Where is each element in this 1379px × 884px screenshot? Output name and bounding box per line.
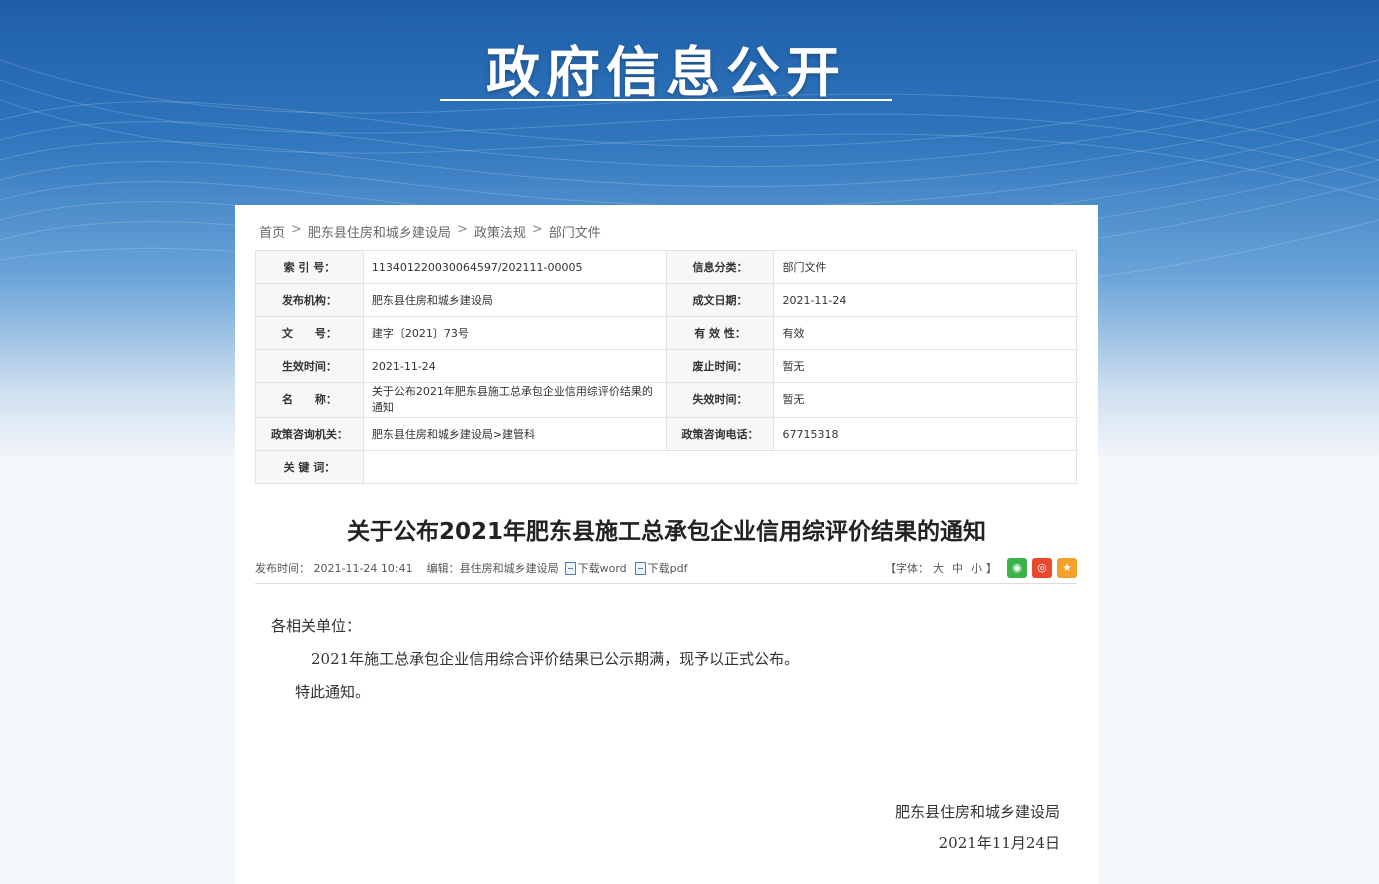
meta-value: 2021-11-24 [362, 349, 667, 383]
table-row: 文 号： 建字〔2021〕73号 有 效 性： 有效 [255, 316, 1077, 350]
publish-time: 发布时间： 2021-11-24 10:41 [255, 562, 413, 575]
table-row: 关 键 词： [255, 450, 1078, 484]
meta-key: 成文日期： [665, 283, 775, 317]
document-metadata-table: 索 引 号： 113401220030064597/202111-00005 信… [255, 250, 1078, 484]
breadcrumb-separator: > [456, 222, 468, 237]
meta-value: 部门文件 [773, 250, 1077, 284]
meta-key: 失效时间： [665, 382, 775, 418]
word-file-icon [564, 561, 576, 575]
meta-key: 索 引 号： [255, 250, 364, 284]
meta-value: 肥东县住房和城乡建设局 [362, 283, 667, 317]
favorite-icon[interactable]: ★ [1057, 558, 1077, 578]
meta-key: 废止时间： [665, 349, 775, 383]
table-row: 生效时间： 2021-11-24 废止时间： 暂无 [255, 349, 1077, 383]
article-title: 关于公布2021年肥东县施工总承包企业信用综评价结果的通知 [346, 519, 986, 545]
signature: 肥东县住房和城乡建设局 2021年11月24日 [895, 797, 1060, 859]
article-info-bar: 发布时间： 2021-11-24 10:41 编辑：县住房和城乡建设局 下载wo… [255, 554, 1077, 582]
table-row: 索 引 号： 113401220030064597/202111-00005 信… [255, 250, 1077, 284]
meta-value: 有效 [773, 316, 1077, 350]
table-row: 政策咨询机关： 肥东县住房和城乡建设局>建管科 政策咨询电话： 67715318 [255, 417, 1077, 451]
signature-date: 2021年11月24日 [938, 834, 1060, 852]
font-size-close: 】 [986, 562, 997, 575]
meta-value: 肥东县住房和城乡建设局>建管科 [362, 417, 667, 451]
download-pdf-link[interactable]: 下载pdf [634, 560, 688, 576]
breadcrumb-home[interactable]: 首页 [259, 222, 285, 241]
content-panel: 首页 > 肥东县住房和城乡建设局 > 政策法规 > 部门文件 索 引 号： 11… [235, 205, 1098, 884]
meta-value: 关于公布2021年肥东县施工总承包企业信用综评价结果的通知 [362, 382, 667, 418]
divider [255, 583, 1077, 584]
meta-value: 建字〔2021〕73号 [362, 316, 667, 350]
meta-key: 名 称： [255, 382, 364, 418]
breadcrumb-separator: > [291, 222, 302, 237]
meta-key: 发布机构： [255, 283, 364, 317]
meta-key: 信息分类： [665, 250, 775, 284]
meta-value: 2021-11-24 [773, 283, 1077, 317]
font-size-control: 【字体： 大 中 小 】 [885, 560, 997, 576]
weibo-icon[interactable]: ◎ [1032, 558, 1052, 578]
closing-line: 特此通知。 [295, 683, 371, 701]
wechat-icon[interactable]: ◉ [1007, 558, 1027, 578]
meta-key: 文 号： [255, 316, 364, 350]
font-size-label: 【字体： [885, 562, 929, 575]
banner-underline [440, 99, 892, 101]
font-large-button[interactable]: 大 [933, 560, 944, 576]
breadcrumb: 首页 > 肥东县住房和城乡建设局 > 政策法规 > 部门文件 [259, 222, 601, 241]
meta-value: 67715318 [773, 417, 1077, 451]
table-row: 发布机构： 肥东县住房和城乡建设局 成文日期： 2021-11-24 [255, 283, 1077, 317]
article-body: 各相关单位： 2021年施工总承包企业信用综合评价结果已公示期满，现予以正式公布… [271, 610, 799, 709]
body-paragraph: 2021年施工总承包企业信用综合评价结果已公示期满，现予以正式公布。 [311, 650, 800, 668]
meta-value [362, 450, 1078, 484]
breadcrumb-separator: > [531, 222, 543, 237]
editor-label: 编辑：县住房和城乡建设局 [426, 562, 559, 575]
meta-key: 有 效 性： [665, 316, 775, 350]
signature-organization: 肥东县住房和城乡建设局 [894, 803, 1060, 821]
download-pdf-label: 下载pdf [647, 562, 688, 575]
table-row: 名 称： 关于公布2021年肥东县施工总承包企业信用综评价结果的通知 失效时间：… [255, 382, 1077, 418]
meta-value: 暂无 [773, 382, 1077, 418]
meta-key: 政策咨询机关： [255, 417, 364, 451]
download-word-label: 下载word [577, 562, 627, 575]
font-small-button[interactable]: 小 [971, 560, 982, 576]
banner-title: 政府信息公开 [486, 41, 846, 104]
download-word-link[interactable]: 下载word [564, 560, 627, 576]
breadcrumb-policy[interactable]: 政策法规 [474, 222, 526, 241]
greeting: 各相关单位： [271, 617, 362, 635]
breadcrumb-department-docs[interactable]: 部门文件 [549, 222, 601, 241]
meta-value: 暂无 [773, 349, 1077, 383]
share-buttons: ◉ ◎ ★ [1007, 558, 1077, 578]
meta-value: 113401220030064597/202111-00005 [362, 250, 667, 284]
meta-key: 生效时间： [255, 349, 364, 383]
breadcrumb-bureau[interactable]: 肥东县住房和城乡建设局 [308, 222, 451, 241]
pdf-file-icon [634, 561, 646, 575]
meta-key: 关 键 词： [255, 450, 364, 484]
meta-key: 政策咨询电话： [665, 417, 775, 451]
font-medium-button[interactable]: 中 [952, 560, 963, 576]
